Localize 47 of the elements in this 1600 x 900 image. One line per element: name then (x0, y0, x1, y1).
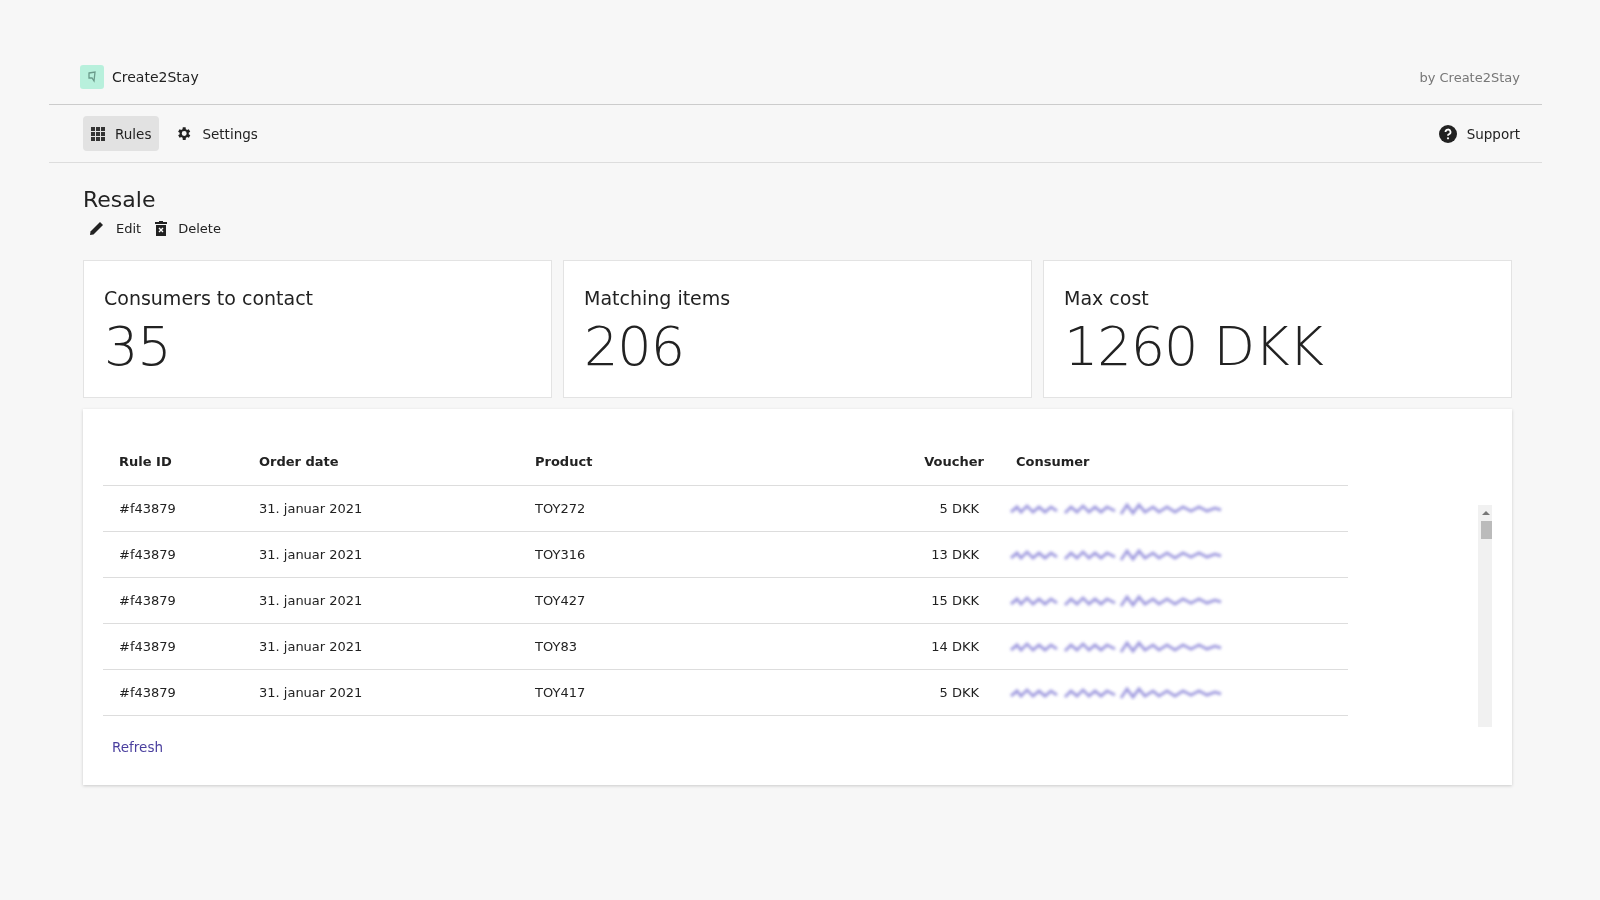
table-cell-text: TOY417 (534, 685, 587, 700)
table-cell-text: 31. januar 2021 (258, 547, 364, 562)
column-header: Rule ID (118, 453, 173, 469)
table-cell-text: #f43879 (118, 501, 177, 516)
table-cell-text: 31. januar 2021 (258, 639, 364, 654)
stat-value: 1260 DKK (1064, 315, 1324, 378)
help-icon (1438, 124, 1457, 143)
app-name: Create2Stay (112, 69, 199, 85)
column-header: Order date (258, 453, 340, 469)
table-cell-text: 13 DKK (930, 547, 980, 562)
delete-button[interactable]: Delete (153, 218, 223, 238)
table-cell-text: #f43879 (118, 593, 177, 608)
byline: by Create2Stay (1419, 69, 1520, 85)
stat-value: 35 (104, 315, 172, 378)
table-cell-text: TOY83 (534, 639, 578, 654)
table-cell-text: 5 DKK (938, 501, 980, 516)
stat-label: Max cost (1064, 287, 1150, 309)
table-cell-text: TOY272 (534, 501, 587, 516)
page-title: Resale (83, 187, 157, 212)
table-cell-text: TOY316 (534, 547, 587, 562)
grid-icon (91, 126, 105, 141)
table-cell-text: 14 DKK (930, 639, 980, 654)
table-cell-text: #f43879 (118, 547, 177, 562)
stat-value: 206 (584, 315, 686, 378)
table-cell-text: TOY427 (534, 593, 587, 608)
settings-icon (175, 125, 193, 142)
refresh-link[interactable]: Refresh (112, 739, 163, 755)
column-header: Voucher (923, 453, 984, 469)
table-cell-text: #f43879 (118, 685, 177, 700)
table-cell-text: 31. januar 2021 (258, 593, 364, 608)
table-cell-text: 15 DKK (930, 593, 980, 608)
column-header: Consumer (1015, 453, 1091, 469)
table-cell-text: 31. januar 2021 (258, 501, 364, 516)
table-cell-text: 5 DKK (938, 685, 980, 700)
scrollbar[interactable] (1478, 505, 1492, 727)
pencil-icon (89, 220, 105, 236)
table-cell-text: #f43879 (118, 639, 177, 654)
logo-icon (80, 65, 104, 89)
support-link[interactable]: Support (1430, 115, 1528, 152)
table-cell-text: 31. januar 2021 (258, 685, 364, 700)
trash-icon (155, 220, 168, 236)
stat-label: Consumers to contact (104, 287, 315, 309)
column-header: Product (534, 453, 594, 469)
nav-tab[interactable]: Rules (83, 116, 160, 151)
edit-button[interactable]: Edit (87, 218, 144, 238)
nav-tab[interactable]: Settings (167, 116, 266, 151)
stat-label: Matching items (584, 287, 732, 309)
